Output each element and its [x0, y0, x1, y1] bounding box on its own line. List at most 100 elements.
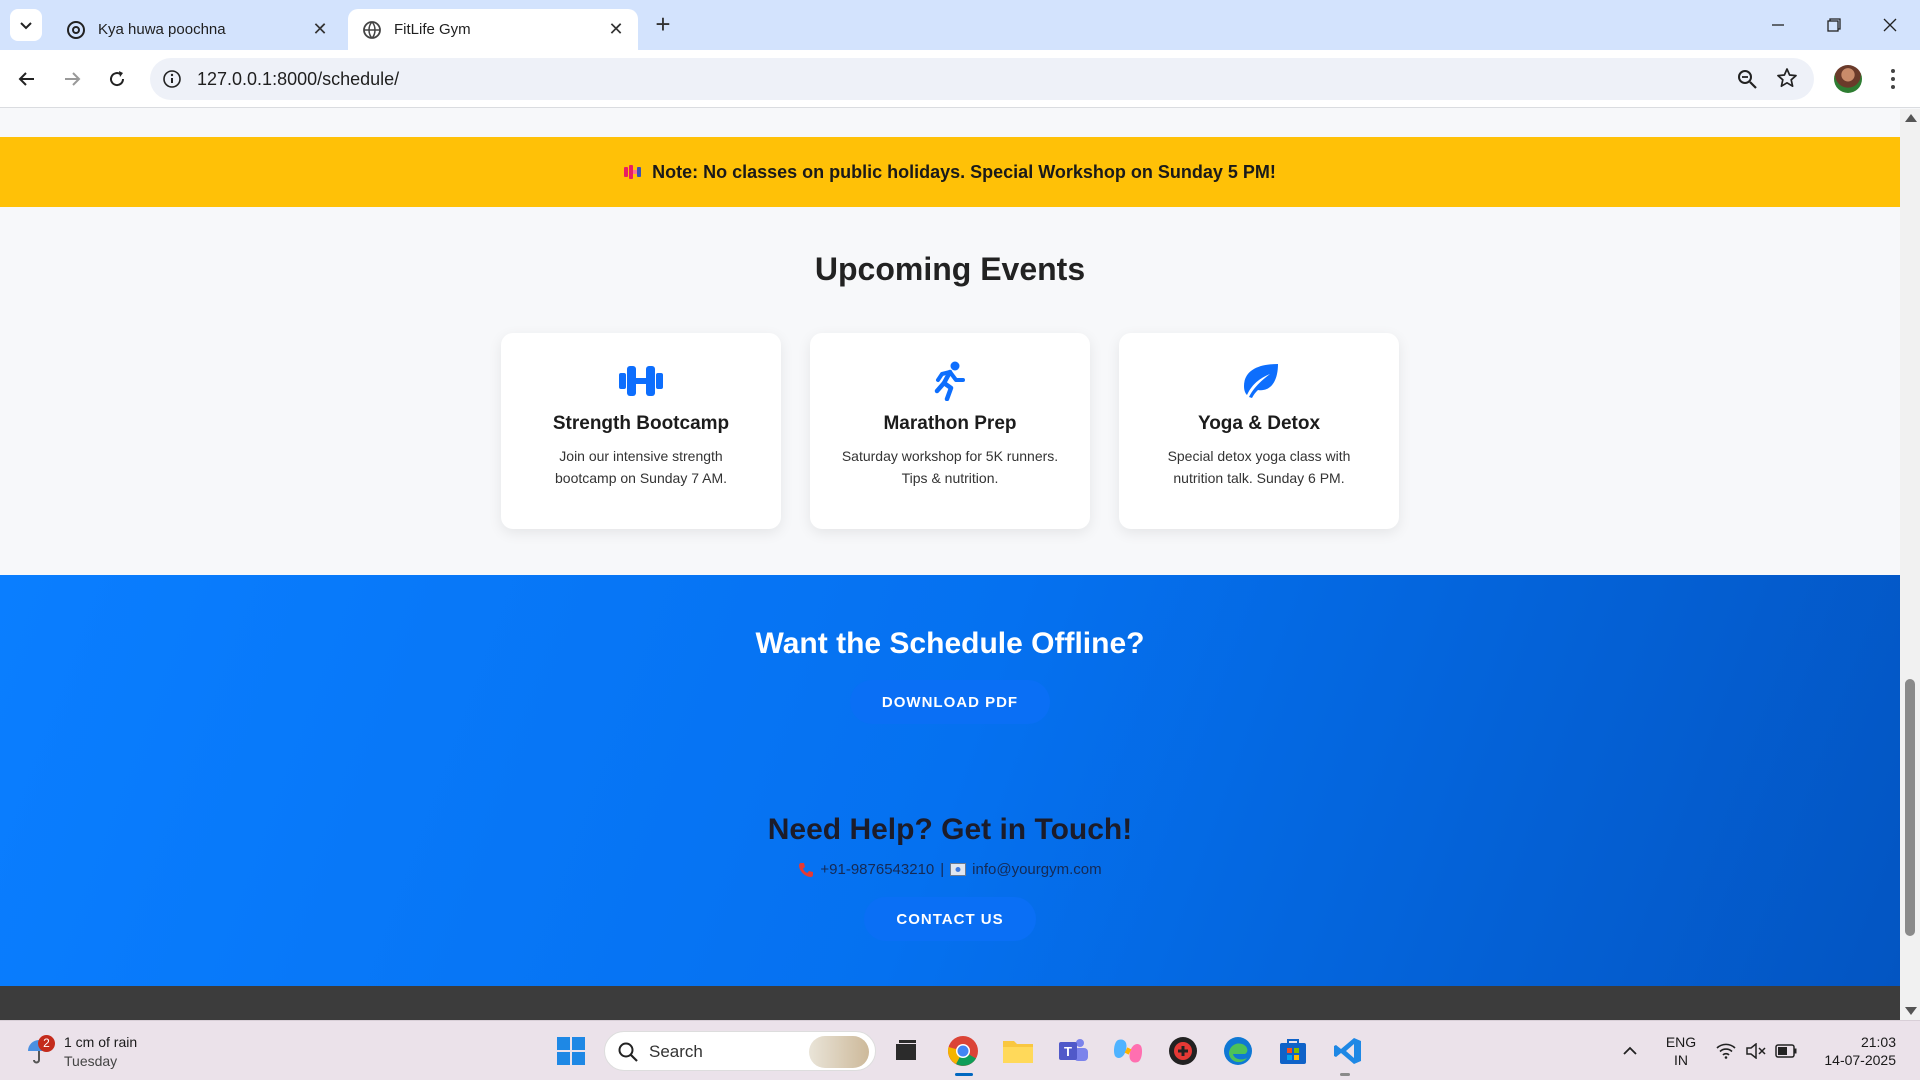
taskbar-edge[interactable] [1220, 1033, 1256, 1069]
clock-date: 14-07-2025 [1824, 1052, 1896, 1068]
minimize-button[interactable] [1756, 8, 1800, 42]
arrow-left-icon [18, 72, 34, 86]
running-icon [934, 361, 965, 401]
taskbar-store[interactable] [1275, 1033, 1311, 1069]
windows-logo-icon [557, 1037, 585, 1065]
event-description: Saturday workshop for 5K runners. Tips &… [841, 448, 1059, 486]
show-hidden-icons-button[interactable] [1615, 1033, 1645, 1069]
email-icon [950, 863, 967, 876]
volume-status[interactable] [1742, 1033, 1770, 1069]
browser-tab-bar: Kya huwa poochna ✕ FitLife Gym ✕ + [0, 0, 1920, 50]
bookmark-star-icon[interactable] [1776, 67, 1798, 89]
new-tab-button[interactable]: + [650, 11, 676, 38]
browser-menu-button[interactable] [1880, 66, 1906, 92]
close-icon [1883, 18, 1897, 32]
system-clock[interactable]: 21:03 14-07-2025 [1814, 1033, 1896, 1069]
wifi-status[interactable] [1712, 1033, 1740, 1069]
search-placeholder: Search [649, 1042, 703, 1061]
url-text[interactable]: 127.0.0.1:8000/schedule/ [197, 69, 399, 90]
start-button[interactable] [553, 1033, 589, 1069]
chevron-up-icon [1623, 1046, 1637, 1055]
weather-widget[interactable]: 2 1 cm of rain Tuesday [22, 1031, 172, 1071]
email-address[interactable]: info@yourgym.com [972, 861, 1101, 878]
language-indicator[interactable]: ENG IN [1664, 1033, 1698, 1069]
leaf-icon [1244, 364, 1278, 398]
task-view-button[interactable] [888, 1033, 924, 1069]
restore-button[interactable] [1812, 8, 1856, 42]
windows-taskbar: 2 1 cm of rain Tuesday Search T ENG IN 2… [0, 1020, 1920, 1080]
search-highlight-image [809, 1036, 869, 1068]
event-title: Yoga & Detox [1197, 413, 1321, 434]
language-code: ENG [1665, 1034, 1697, 1050]
scrollbar-thumb[interactable] [1905, 679, 1915, 936]
taskbar-teams[interactable]: T [1055, 1033, 1091, 1069]
folder-icon [1003, 1041, 1033, 1063]
tab-kya-huwa-poochna[interactable]: Kya huwa poochna ✕ [52, 9, 342, 50]
taskbar-copilot[interactable] [1110, 1033, 1146, 1069]
tab-search-dropdown[interactable] [10, 9, 42, 41]
download-pdf-button[interactable]: DOWNLOAD PDF [850, 680, 1050, 724]
event-card-strength-bootcamp: Strength Bootcamp Join our intensive str… [501, 333, 781, 529]
close-window-button[interactable] [1868, 8, 1912, 42]
reload-button[interactable] [102, 64, 132, 94]
globe-icon [363, 20, 381, 39]
event-card-yoga-detox: Yoga & Detox Special detox yoga class wi… [1119, 333, 1399, 529]
chevron-down-icon [20, 22, 32, 30]
page-scrollbar[interactable] [1900, 109, 1920, 1020]
svg-text:T: T [1064, 1044, 1072, 1059]
event-description: Join our intensive strength bootcamp on … [555, 448, 727, 486]
close-icon[interactable]: ✕ [606, 19, 626, 40]
cta-section: Want the Schedule Offline? DOWNLOAD PDF … [0, 575, 1900, 986]
vscode-icon [1334, 1038, 1361, 1064]
taskbar-file-explorer[interactable] [1000, 1033, 1036, 1069]
taskbar-vscode[interactable] [1330, 1033, 1366, 1069]
profile-avatar[interactable] [1834, 65, 1862, 93]
tab-fitlife-gym[interactable]: FitLife Gym ✕ [348, 9, 638, 50]
tab-title: Kya huwa poochna [98, 21, 226, 38]
back-button[interactable] [12, 64, 42, 94]
weather-day: Tuesday [64, 1053, 118, 1069]
scroll-up-icon[interactable] [1905, 114, 1917, 122]
volume-muted-icon [1746, 1043, 1766, 1059]
restore-icon [1827, 18, 1841, 32]
contact-info: +91-9876543210 | info@yourgym.com [0, 861, 1900, 878]
chrome-icon [948, 1036, 978, 1066]
arrow-right-icon [65, 72, 81, 86]
taskbar-app-red[interactable] [1165, 1033, 1201, 1069]
weather-summary: 1 cm of rain [64, 1034, 138, 1050]
phone-number[interactable]: +91-9876543210 [820, 861, 934, 878]
event-card-marathon-prep: Marathon Prep Saturday workshop for 5K r… [810, 333, 1090, 529]
address-bar[interactable]: 127.0.0.1:8000/schedule/ [150, 58, 1814, 100]
phone-icon [799, 862, 814, 877]
zoom-out-icon[interactable] [1736, 68, 1758, 90]
event-description: Special detox yoga class with nutrition … [1167, 448, 1351, 486]
contact-separator: | [940, 861, 945, 878]
active-app-indicator [955, 1073, 973, 1076]
dumbbell-icon [624, 165, 642, 179]
taskbar-search[interactable]: Search [604, 1031, 876, 1071]
page-viewport: Note: No classes on public holidays. Spe… [0, 109, 1900, 1020]
store-icon [1280, 1039, 1306, 1064]
dumbbell-icon [619, 366, 663, 396]
close-icon[interactable]: ✕ [310, 19, 330, 40]
edge-icon [1224, 1037, 1252, 1065]
contact-us-button[interactable]: CONTACT US [864, 897, 1036, 941]
battery-status[interactable] [1772, 1033, 1800, 1069]
app-circle-icon [1169, 1037, 1197, 1065]
teams-icon: T [1059, 1039, 1088, 1061]
scroll-down-icon[interactable] [1905, 1007, 1917, 1015]
clock-time: 21:03 [1860, 1034, 1896, 1050]
browser-toolbar: 127.0.0.1:8000/schedule/ [0, 50, 1920, 108]
minimize-icon [1772, 24, 1784, 26]
wifi-icon [1716, 1043, 1736, 1059]
forward-button[interactable] [57, 64, 87, 94]
taskbar-chrome[interactable] [945, 1033, 981, 1069]
event-title: Marathon Prep [883, 413, 1017, 434]
tab-title: FitLife Gym [394, 21, 471, 38]
info-icon[interactable] [162, 69, 182, 89]
battery-icon [1775, 1044, 1797, 1058]
event-title: Strength Bootcamp [552, 413, 730, 434]
copilot-icon [1114, 1039, 1142, 1063]
events-heading: Upcoming Events [814, 251, 1086, 287]
notice-text: Note: No classes on public holidays. Spe… [652, 161, 1276, 182]
